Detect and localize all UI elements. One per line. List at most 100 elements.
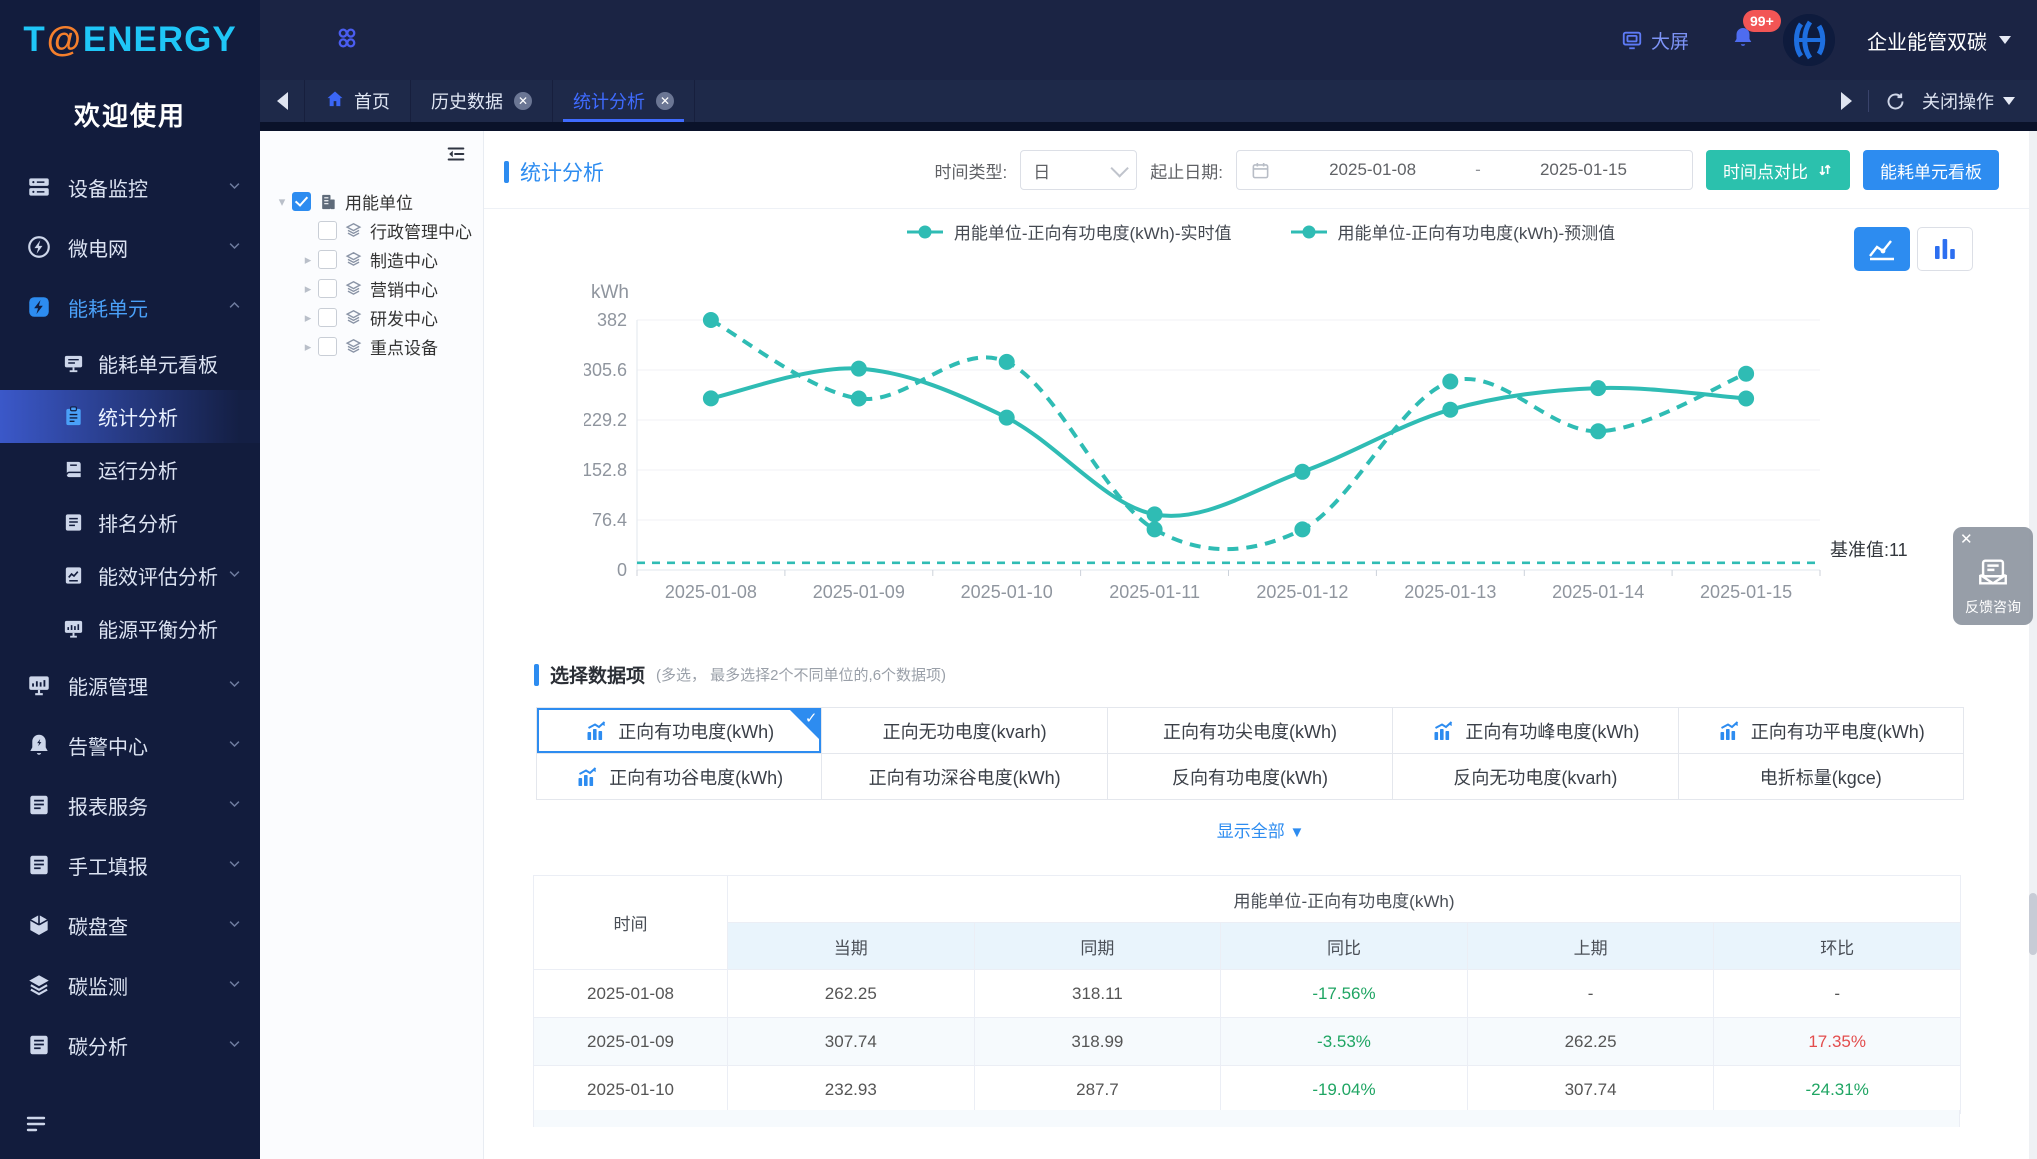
- close-operations-button[interactable]: 关闭操作: [1922, 88, 2015, 114]
- data-point[interactable]: [1146, 506, 1163, 523]
- dataitem-2[interactable]: 正向有功尖电度(kWh): [1107, 708, 1394, 754]
- data-point[interactable]: [1738, 365, 1755, 382]
- building-icon: [318, 192, 338, 212]
- tree-node-label: 重点设备: [370, 339, 438, 358]
- bar-chart-toggle[interactable]: [1917, 227, 1973, 271]
- data-point[interactable]: [998, 409, 1015, 426]
- sidebar-item-2[interactable]: 能耗单元: [0, 277, 260, 337]
- show-all-button[interactable]: 显示全部 ▼: [484, 817, 2037, 842]
- tabs-scroll-right-button[interactable]: [1841, 92, 1852, 110]
- tree-checkbox[interactable]: [318, 337, 337, 356]
- energy-unit-board-button[interactable]: 能耗单元看板: [1863, 150, 1999, 190]
- dataitem-7[interactable]: 反向有功电度(kWh): [1107, 754, 1394, 800]
- tabs-scroll-left-button[interactable]: [260, 80, 304, 122]
- data-point[interactable]: [1442, 373, 1459, 390]
- sidebar-subitem-2-0[interactable]: 能耗单元看板: [0, 337, 260, 390]
- avatar[interactable]: [1783, 14, 1835, 66]
- sidebar-collapse-icon[interactable]: [24, 1112, 48, 1141]
- sidebar-item-4[interactable]: 告警中心: [0, 715, 260, 775]
- tree-node-2[interactable]: ▸ 营销中心: [260, 274, 483, 303]
- tab-1[interactable]: 历史数据 ✕: [411, 80, 553, 122]
- dataitem-9[interactable]: 电折标量(kgce): [1678, 754, 1964, 800]
- tree-checkbox[interactable]: [318, 279, 337, 298]
- tree-node-root[interactable]: ▾ 用能单位: [260, 187, 483, 216]
- tab-close-icon[interactable]: ✕: [656, 92, 674, 110]
- dataitem-3[interactable]: 正向有功峰电度(kWh): [1393, 708, 1679, 754]
- tree-node-1[interactable]: ▸ 制造中心: [260, 245, 483, 274]
- feedback-widget[interactable]: ✕ 反馈咨询: [1953, 527, 2033, 625]
- data-point[interactable]: [850, 360, 867, 377]
- data-point[interactable]: [1442, 401, 1459, 418]
- legend-item-0[interactable]: 用能单位-正向有功电度(kWh)-实时值: [906, 219, 1232, 244]
- sidebar-subitem-2-2[interactable]: 运行分析: [0, 443, 260, 496]
- sidebar-item-8[interactable]: 碳监测: [0, 955, 260, 1015]
- chart-screen-icon: [62, 617, 85, 640]
- data-point[interactable]: [1294, 521, 1311, 538]
- tree-collapse-button[interactable]: [445, 143, 467, 170]
- data-point[interactable]: [1590, 380, 1607, 397]
- org-switcher[interactable]: 企业能管双碳: [1867, 26, 2011, 55]
- tree-node-0[interactable]: 行政管理中心: [260, 216, 483, 245]
- sidebar-item-3[interactable]: 能源管理: [0, 655, 260, 715]
- dataitem-8[interactable]: 反向无功电度(kvarh): [1393, 754, 1679, 800]
- tab-close-icon[interactable]: ✕: [514, 92, 532, 110]
- legend-item-1[interactable]: 用能单位-正向有功电度(kWh)-预测值: [1290, 219, 1615, 244]
- data-point[interactable]: [1738, 390, 1755, 407]
- notifications-button[interactable]: 99+: [1731, 9, 1781, 56]
- sidebar-item-0[interactable]: 设备监控: [0, 157, 260, 217]
- data-point[interactable]: [850, 390, 867, 407]
- tabbar-shadow: [260, 122, 2037, 131]
- scrollbar-track[interactable]: [2029, 131, 2037, 1159]
- data-point[interactable]: [1146, 521, 1163, 538]
- big-screen-button[interactable]: 大屏: [1621, 27, 1689, 54]
- dataitem-5[interactable]: 正向有功谷电度(kWh): [537, 754, 823, 800]
- dataitem-4[interactable]: 正向有功平电度(kWh): [1678, 708, 1964, 754]
- caret-right-icon[interactable]: ▸: [300, 281, 316, 297]
- sidebar-item-5[interactable]: 报表服务: [0, 775, 260, 835]
- x-tick-label: 2025-01-08: [665, 582, 757, 602]
- sidebar-subitem-2-4[interactable]: 能效评估分析: [0, 549, 260, 602]
- scrollbar-thumb[interactable]: [2029, 893, 2037, 955]
- time-type-select[interactable]: 日: [1020, 150, 1138, 190]
- legend-marker-icon: [906, 225, 943, 238]
- line-chart-toggle[interactable]: [1854, 227, 1910, 271]
- date-start-input[interactable]: 2025-01-08: [1278, 160, 1467, 180]
- sidebar-item-6[interactable]: 手工填报: [0, 835, 260, 895]
- tree-checkbox[interactable]: [318, 308, 337, 327]
- table-cell: 2025-01-08: [533, 969, 728, 1018]
- caret-right-icon[interactable]: ▸: [300, 310, 316, 326]
- date-range-picker[interactable]: 2025-01-08 - 2025-01-15: [1236, 150, 1693, 190]
- tree-checkbox[interactable]: [292, 192, 311, 211]
- sidebar-subitem-2-1[interactable]: 统计分析: [0, 390, 260, 443]
- tab-0[interactable]: 首页: [304, 80, 411, 122]
- refresh-button[interactable]: [1885, 91, 1906, 112]
- time-point-compare-button[interactable]: 时间点对比: [1706, 150, 1850, 190]
- sidebar-subitem-2-5[interactable]: 能源平衡分析: [0, 602, 260, 655]
- data-point[interactable]: [1590, 423, 1607, 440]
- tab-2[interactable]: 统计分析 ✕: [553, 80, 695, 122]
- tree-node-3[interactable]: ▸ 研发中心: [260, 303, 483, 332]
- tree-node-4[interactable]: ▸ 重点设备: [260, 332, 483, 361]
- tree-checkbox[interactable]: [318, 250, 337, 269]
- apps-clover-icon[interactable]: [334, 25, 360, 56]
- check-icon: ✓: [804, 710, 818, 727]
- data-point[interactable]: [1294, 463, 1311, 480]
- dataitem-1[interactable]: 正向无功电度(kvarh): [822, 708, 1108, 754]
- dataitem-0[interactable]: 正向有功电度(kWh) ✓: [537, 708, 823, 754]
- caret-right-icon[interactable]: ▸: [300, 252, 316, 268]
- sidebar-subitem-2-3[interactable]: 排名分析: [0, 496, 260, 549]
- sidebar-item-7[interactable]: 碳盘查: [0, 895, 260, 955]
- data-point[interactable]: [998, 353, 1015, 370]
- caret-down-icon[interactable]: ▾: [274, 194, 290, 210]
- caret-right-icon[interactable]: ▸: [300, 339, 316, 355]
- tree-checkbox[interactable]: [318, 221, 337, 240]
- data-point[interactable]: [702, 390, 719, 407]
- data-point[interactable]: [702, 312, 719, 328]
- chevron-down-icon: [227, 734, 242, 757]
- sidebar-item-1[interactable]: 微电网: [0, 217, 260, 277]
- date-end-input[interactable]: 2025-01-15: [1489, 160, 1678, 180]
- notification-badge: 99+: [1743, 9, 1781, 32]
- dataitem-6[interactable]: 正向有功深谷电度(kWh): [822, 754, 1108, 800]
- sidebar-item-9[interactable]: 碳分析: [0, 1015, 260, 1075]
- close-icon[interactable]: ✕: [1960, 530, 1973, 548]
